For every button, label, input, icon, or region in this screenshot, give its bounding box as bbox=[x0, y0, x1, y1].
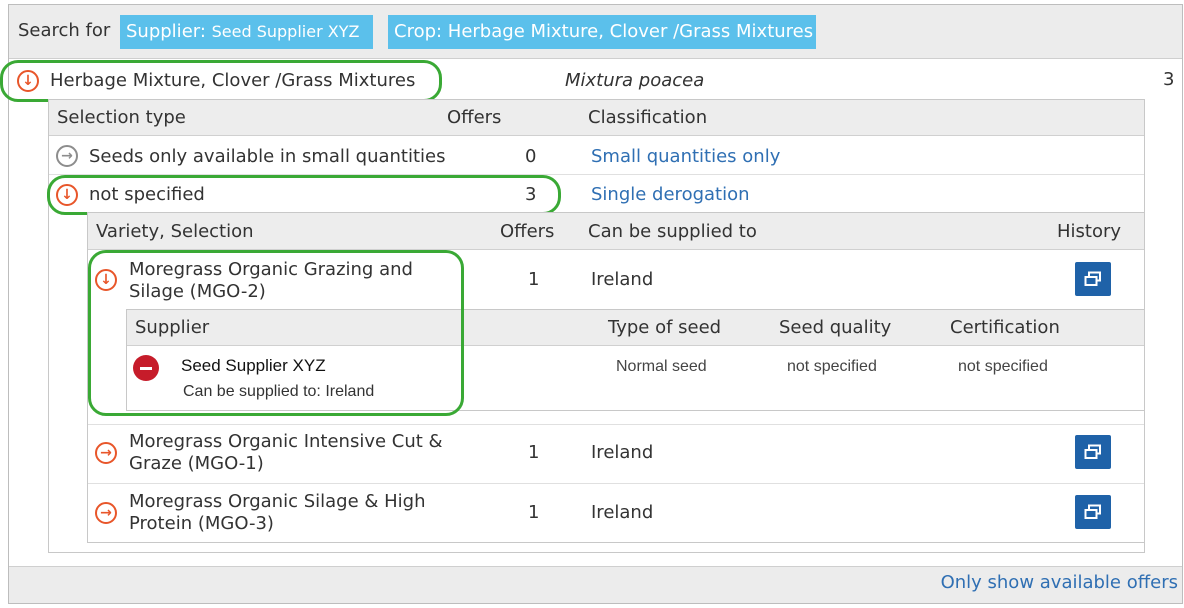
variety-name-line: Graze (MGO-1) bbox=[129, 453, 264, 474]
arrow-right-icon[interactable]: → bbox=[95, 502, 117, 524]
header-type-of-seed: Type of seed bbox=[608, 317, 722, 338]
supplied-to: Ireland bbox=[591, 269, 654, 290]
history-icon bbox=[1084, 444, 1101, 459]
header-selection-type: Selection type bbox=[57, 107, 186, 128]
history-icon bbox=[1084, 504, 1101, 519]
header-variety-offers: Offers bbox=[500, 221, 555, 242]
variety-offers: 1 bbox=[528, 442, 540, 463]
history-button[interactable] bbox=[1075, 435, 1111, 469]
highlight-selection bbox=[47, 175, 561, 215]
supplied-to: Ireland bbox=[591, 502, 654, 523]
seed-quality: not specified bbox=[787, 358, 877, 375]
arrow-right-icon[interactable]: → bbox=[56, 145, 78, 167]
supplier-filter-value: Seed Supplier XYZ bbox=[211, 22, 360, 41]
supplier-filter-tag[interactable]: Supplier: Seed Supplier XYZ bbox=[120, 15, 373, 49]
selection-type-name[interactable]: Seeds only available in small quantities bbox=[89, 146, 446, 167]
variety-name[interactable]: Moregrass Organic Intensive Cut & Graze (… bbox=[129, 431, 443, 475]
only-available-offers-link[interactable]: Only show available offers bbox=[941, 572, 1178, 593]
header-history: History bbox=[1057, 221, 1122, 242]
selection-offers: 0 bbox=[525, 146, 537, 167]
variety-name-line: Protein (MGO-3) bbox=[129, 513, 274, 534]
certification: not specified bbox=[958, 358, 1048, 375]
crop-count: 3 bbox=[1163, 69, 1175, 90]
header-seed-quality: Seed quality bbox=[779, 317, 892, 338]
variety-name-line: Moregrass Organic Intensive Cut & bbox=[129, 431, 443, 452]
classification-link[interactable]: Small quantities only bbox=[591, 146, 780, 167]
history-icon bbox=[1084, 271, 1101, 286]
crop-latin-name: Mixtura poacea bbox=[565, 70, 705, 91]
divider bbox=[88, 424, 1144, 425]
variety-name[interactable]: Moregrass Organic Silage & High Protein (… bbox=[129, 491, 426, 535]
classification-link[interactable]: Single derogation bbox=[591, 184, 750, 205]
header-offers: Offers bbox=[447, 107, 502, 128]
variety-name-line: Moregrass Organic Silage & High bbox=[129, 491, 426, 512]
arrow-right-icon[interactable]: → bbox=[95, 442, 117, 464]
divider bbox=[88, 483, 1144, 484]
header-variety: Variety, Selection bbox=[96, 221, 254, 242]
variety-offers: 1 bbox=[528, 502, 540, 523]
search-label: Search for bbox=[18, 20, 111, 41]
history-button[interactable] bbox=[1075, 495, 1111, 529]
header-classification: Classification bbox=[588, 107, 708, 128]
history-button[interactable] bbox=[1075, 262, 1111, 296]
highlight-variety bbox=[88, 250, 464, 416]
crop-filter-tag[interactable]: Crop: Herbage Mixture, Clover /Grass Mix… bbox=[388, 15, 816, 49]
header-certification: Certification bbox=[950, 317, 1060, 338]
type-of-seed: Normal seed bbox=[616, 358, 707, 375]
highlight-crop bbox=[0, 60, 442, 102]
header-supplied-to: Can be supplied to bbox=[588, 221, 757, 242]
supplier-filter-prefix: Supplier: bbox=[126, 21, 212, 42]
variety-offers: 1 bbox=[528, 269, 540, 290]
supplied-to: Ireland bbox=[591, 442, 654, 463]
